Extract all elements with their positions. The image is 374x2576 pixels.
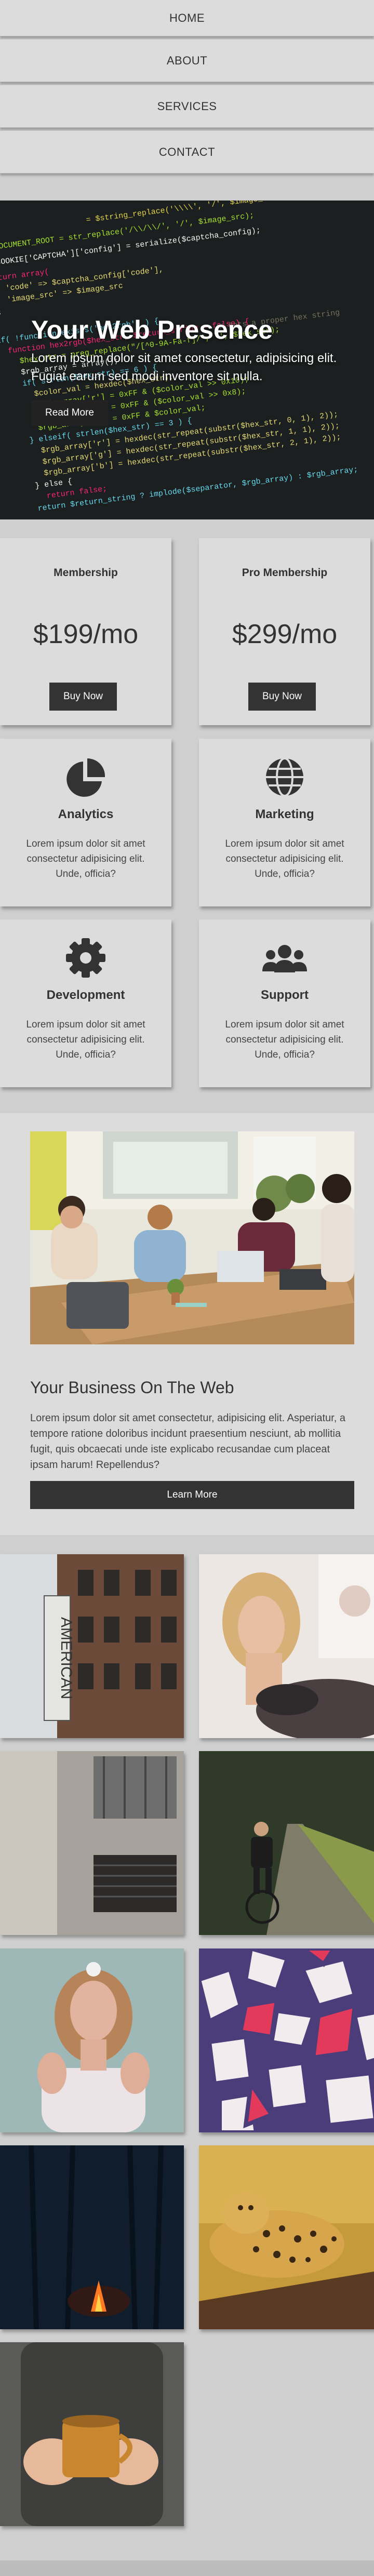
- nav-item-home[interactable]: HOME: [0, 0, 374, 36]
- gallery-image-woman-pearls[interactable]: [0, 1948, 184, 2132]
- gallery-image-forest-night[interactable]: [0, 2145, 184, 2329]
- cyclist-image: [199, 1751, 374, 1935]
- business-section: Your Business On The Web Lorem ipsum dol…: [0, 1113, 374, 1535]
- concrete-building-image: [0, 1751, 184, 1935]
- feature-description: Lorem ipsum dolor sit amet consectetur a…: [26, 838, 145, 879]
- gallery-image-concrete[interactable]: [0, 1751, 184, 1935]
- pie-chart-icon: [66, 758, 105, 797]
- feature-description: Lorem ipsum dolor sit amet consectetur a…: [26, 1019, 145, 1060]
- feature-description: Lorem ipsum dolor sit amet consectetur a…: [225, 1019, 344, 1060]
- learn-more-button[interactable]: Learn More: [30, 1481, 354, 1509]
- feature-title: Support: [261, 988, 309, 1002]
- hero-subtitle: Lorem ipsum dolor sit amet consectetur, …: [31, 351, 337, 383]
- nav-item-about[interactable]: ABOUT: [0, 39, 374, 82]
- svg-text:);: );: [0, 308, 3, 318]
- card-title: Membership: [54, 567, 118, 579]
- main-nav: HOME ABOUT SERVICES CONTACT: [0, 0, 374, 177]
- read-more-button[interactable]: Read More: [31, 400, 108, 426]
- gallery-image-cyclist[interactable]: [199, 1751, 374, 1935]
- forest-campfire-image: [0, 2145, 184, 2329]
- hands-holding-cup-image: [0, 2342, 184, 2526]
- buy-now-button[interactable]: Buy Now: [248, 683, 316, 711]
- nav-item-services[interactable]: SERVICES: [0, 85, 374, 128]
- membership-card: Membership $199/mo Buy Now: [0, 538, 171, 725]
- nav-item-contact[interactable]: CONTACT: [0, 131, 374, 173]
- feature-card-marketing: Marketing Lorem ipsum dolor sit amet con…: [199, 739, 370, 906]
- business-description: Lorem ipsum dolor sit amet consectetur, …: [30, 1412, 345, 1471]
- price-label: $199/mo: [33, 619, 139, 649]
- globe-icon: [266, 757, 303, 797]
- price-label: $299/mo: [232, 619, 338, 649]
- woman-portrait-image: [199, 1554, 374, 1738]
- hero-section: = $string_replace('\\\\', '/', $image_sr…: [0, 201, 374, 519]
- feature-title: Analytics: [58, 807, 114, 821]
- feature-description: Lorem ipsum dolor sit amet consectetur a…: [225, 838, 344, 879]
- office-meeting-image: [30, 1131, 354, 1344]
- svg-text:// Draw the image: // Draw the image: [19, 518, 99, 519]
- svg-text:} else {: } else {: [34, 477, 73, 491]
- gear-icon: [66, 938, 105, 978]
- gallery-image-mosaic[interactable]: [199, 1948, 374, 2132]
- pro-membership-card: Pro Membership $299/mo Buy Now: [199, 538, 370, 725]
- hero-title: Your Web Presence: [31, 315, 273, 344]
- feature-title: Development: [46, 988, 125, 1002]
- feature-title: Marketing: [255, 807, 314, 821]
- buy-now-button[interactable]: Buy Now: [49, 683, 117, 711]
- gallery-image-building[interactable]: AMERICAN: [0, 1554, 184, 1738]
- feature-card-development: Development Lorem ipsum dolor sit amet c…: [0, 919, 171, 1087]
- card-title: Pro Membership: [242, 567, 328, 579]
- leopard-image: [199, 2145, 374, 2329]
- gallery-image-leopard[interactable]: [199, 2145, 374, 2329]
- woman-pearl-image: [0, 1948, 184, 2132]
- business-title: Your Business On The Web: [30, 1378, 234, 1397]
- feature-card-support: Support Lorem ipsum dolor sit amet conse…: [199, 919, 370, 1087]
- gallery-image-hands-cup[interactable]: [0, 2342, 184, 2526]
- page-footer: [0, 2560, 374, 2576]
- users-icon: [262, 945, 307, 972]
- feature-card-analytics: Analytics Lorem ipsum dolor sit amet con…: [0, 739, 171, 906]
- gallery-image-portrait-woman[interactable]: [199, 1554, 374, 1738]
- sign-text: AMERICAN: [58, 1617, 75, 1699]
- mosaic-pattern-image: [199, 1948, 374, 2132]
- building-image: AMERICAN: [0, 1554, 184, 1738]
